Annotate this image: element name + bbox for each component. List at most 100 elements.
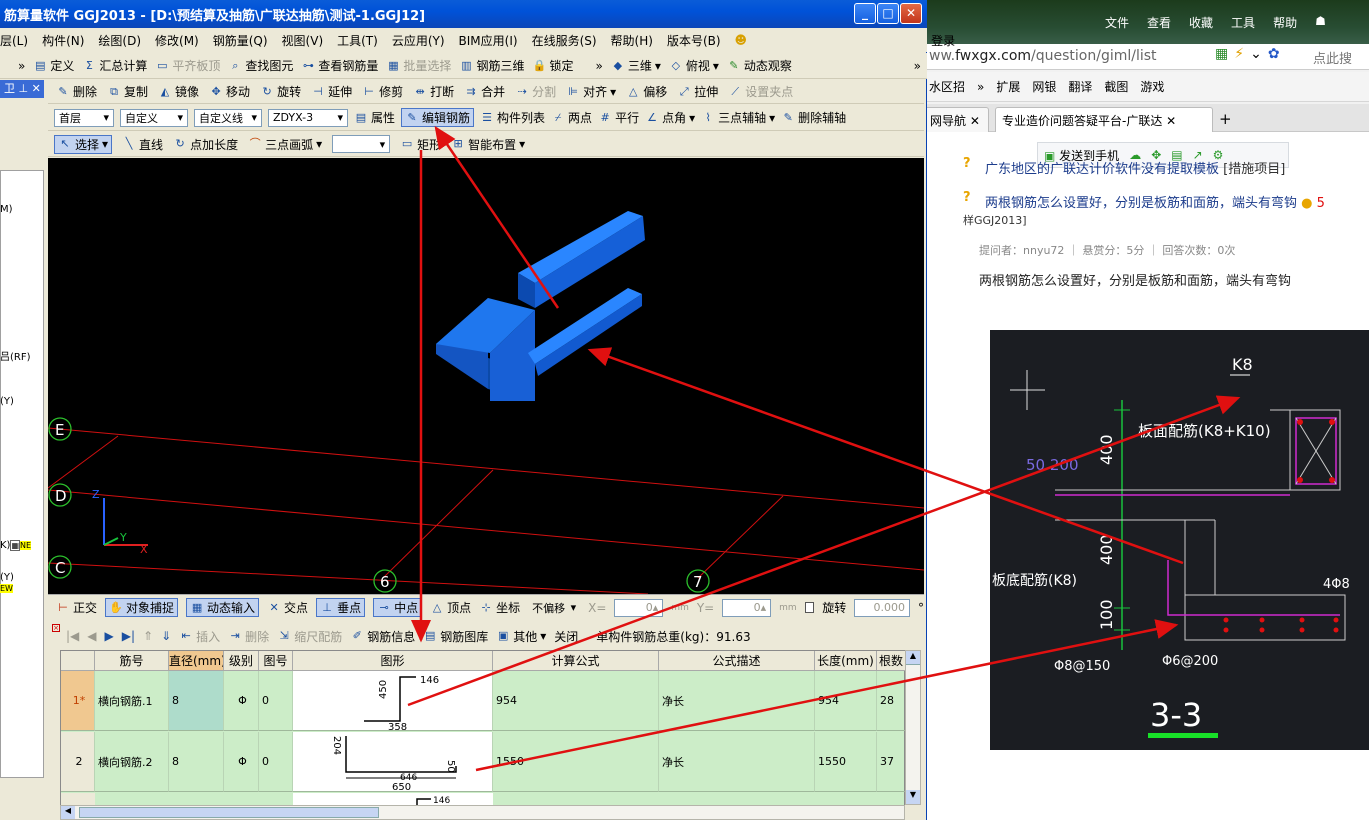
question-link[interactable]: 广东地区的广联达计价软件没有提取模板 [措施项目]	[985, 158, 1285, 177]
scroll-up-icon[interactable]: ▲	[906, 651, 920, 665]
find-button[interactable]: ⌕ 查找图元	[228, 57, 293, 74]
overflow-icon[interactable]: »	[595, 59, 602, 73]
tree-item[interactable]: (Y)	[0, 572, 14, 583]
pin-icon[interactable]: ⊥	[19, 82, 29, 95]
cell-name[interactable]: 横向钢筋.1	[95, 671, 169, 731]
trim-button[interactable]: ⊢ 修剪	[362, 83, 403, 100]
scroll-left-icon[interactable]: ◀	[61, 806, 75, 819]
col-header[interactable]: 根数	[877, 651, 906, 671]
menu-item[interactable]: 修改(M)	[155, 32, 199, 49]
cell-count[interactable]: 37	[877, 732, 906, 792]
type-dropdown[interactable]: 自定义 ▾	[120, 108, 188, 127]
align-top-button[interactable]: ▭ 平齐板顶	[155, 57, 220, 74]
split-button[interactable]: ⇢ 分割	[515, 83, 557, 100]
grip-button[interactable]: ⟋ 设置夹点	[728, 83, 793, 100]
cell-description[interactable]: 净长	[659, 732, 815, 792]
cell-shape[interactable]: 204 50 646 650	[293, 732, 493, 792]
object-snap-toggle[interactable]: ✋ 对象捕捉	[105, 598, 179, 617]
floor-dropdown[interactable]: 首层 ▾	[54, 108, 114, 127]
menu-item[interactable]: 工具(T)	[337, 32, 378, 49]
arc-mode-dropdown[interactable]: ▾	[332, 135, 391, 153]
table-vertical-scrollbar[interactable]: ▲ ▼	[905, 650, 921, 805]
break-button[interactable]: ⇹ 打断	[413, 83, 455, 100]
two-point-button[interactable]: ⌿ 两点	[551, 109, 592, 126]
chevron-down-icon[interactable]: ⌄	[1250, 46, 1262, 62]
x-input[interactable]: 0 ▴	[614, 598, 664, 617]
other-button[interactable]: ▣ 其他 ▾	[496, 628, 546, 645]
row-index[interactable]: 2	[61, 732, 95, 792]
align-button[interactable]: ⊫ 对齐 ▾	[566, 83, 616, 100]
menu-item[interactable]: 帮助(H)	[611, 32, 653, 49]
arc-button[interactable]: ⌒ 三点画弧 ▾	[248, 136, 323, 153]
midpoint-snap[interactable]: ⊸ 中点	[373, 598, 423, 617]
fav-item[interactable]: 截图	[1104, 78, 1128, 95]
browser-minimize-icon[interactable]: ☗	[1315, 14, 1326, 34]
maximize-button[interactable]: □	[877, 3, 899, 24]
point-length-button[interactable]: ↻ 点加长度	[173, 136, 238, 153]
table-row[interactable]: 2 横向钢筋.2 8 Φ 0 204 50 646 650 1550 净长 15…	[61, 732, 906, 793]
lock-button[interactable]: 🔒 锁定	[532, 57, 574, 74]
menu-item[interactable]: BIM应用(I)	[459, 32, 518, 49]
rebar-3d-button[interactable]: ▥ 钢筋三维	[459, 57, 524, 74]
stretch-button[interactable]: ⤢ 拉伸	[677, 83, 718, 100]
more-icon[interactable]: »	[977, 80, 984, 94]
menu-item[interactable]: 云应用(Y)	[392, 32, 445, 49]
smart-layout-button[interactable]: ⊞ 智能布置 ▾	[451, 136, 526, 153]
three-point-axis-button[interactable]: ⌇ 三点辅轴 ▾	[701, 109, 775, 126]
row-index[interactable]: 1*	[61, 671, 95, 731]
component-list-button[interactable]: ☰ 构件列表	[480, 109, 545, 126]
paw-icon[interactable]: ✿	[1268, 46, 1280, 62]
minimize-button[interactable]: _	[854, 3, 876, 24]
line-button[interactable]: ╲ 直线	[122, 136, 163, 153]
col-header[interactable]: 直径(mm)	[169, 651, 224, 671]
row-delete-button[interactable]: ⇥ 删除	[228, 628, 270, 645]
menu-item[interactable]: 绘图(D)	[98, 32, 141, 49]
y-input[interactable]: 0 ▴	[722, 598, 772, 617]
menu-item[interactable]: 构件(N)	[42, 32, 84, 49]
browser-menu-tools[interactable]: 工具	[1231, 14, 1255, 34]
cell-count[interactable]: 28	[877, 671, 906, 731]
cell-formula[interactable]: 954	[493, 671, 659, 731]
intersection-snap[interactable]: ✕ 交点	[267, 599, 308, 616]
offset-button[interactable]: △ 偏移	[626, 83, 667, 100]
offset-dropdown[interactable]: 不偏移 ▾	[528, 598, 581, 617]
delete-axis-button[interactable]: ✎ 删除辅轴	[781, 109, 847, 126]
close-panel-button[interactable]: 关闭	[554, 628, 578, 645]
col-header[interactable]: 图号	[259, 651, 293, 671]
cell-name[interactable]: 横向钢筋.2	[95, 732, 169, 792]
delete-button[interactable]: ✎ 删除	[56, 83, 97, 100]
fav-item[interactable]: 翻译	[1068, 78, 1092, 95]
cell-formula[interactable]: 1550	[493, 732, 659, 792]
move-down-icon[interactable]: ⇓	[161, 629, 171, 643]
browser-menu-favorites[interactable]: 收藏	[1189, 14, 1213, 34]
cell-figure[interactable]: 0	[259, 732, 293, 792]
cell-diameter[interactable]: 8	[169, 732, 224, 792]
close-button[interactable]: ✕	[900, 3, 922, 24]
top-view-dropdown[interactable]: ◇ 俯视 ▾	[669, 57, 719, 74]
rotate-button[interactable]: ↻ 旋转	[260, 83, 301, 100]
batch-select-button[interactable]: ▦ 批量选择	[386, 57, 451, 74]
browser-menu-view[interactable]: 查看	[1147, 14, 1171, 34]
menu-item[interactable]: 钢筋量(Q)	[213, 32, 268, 49]
3d-view-dropdown[interactable]: ◆ 三维 ▾	[611, 57, 661, 74]
overflow-icon[interactable]: »	[18, 59, 25, 73]
extend-button[interactable]: ⊣ 延伸	[311, 83, 352, 100]
3d-viewport[interactable]: E D C 6 7 Z Y X	[47, 158, 925, 595]
element-dropdown[interactable]: ZDYX-3 ▾	[268, 108, 348, 127]
panel-close-icon[interactable]: ✕	[32, 82, 41, 95]
view-rebar-button[interactable]: ⊶ 查看钢筋量	[301, 57, 379, 74]
select-button[interactable]: ↖ 选择 ▾	[54, 134, 113, 154]
vertex-snap[interactable]: △ 顶点	[430, 599, 471, 616]
browser-menu-file[interactable]: 文件	[1105, 14, 1129, 34]
edit-rebar-button[interactable]: ✎ 编辑钢筋	[401, 108, 475, 127]
point-angle-button[interactable]: ∠ 点角 ▾	[645, 109, 695, 126]
cell-figure[interactable]: 0	[259, 671, 293, 731]
cell-grade[interactable]: Φ	[224, 732, 259, 792]
mirror-button[interactable]: ◭ 镜像	[158, 83, 199, 100]
orbit-button[interactable]: ✎ 动态观察	[727, 57, 792, 74]
menu-item[interactable]: 版本号(B)	[667, 32, 721, 49]
first-icon[interactable]: |◀	[66, 629, 79, 643]
next-icon[interactable]: ▶	[105, 629, 114, 643]
scroll-down-icon[interactable]: ▼	[906, 790, 920, 804]
tree-item[interactable]: M)	[0, 204, 13, 215]
